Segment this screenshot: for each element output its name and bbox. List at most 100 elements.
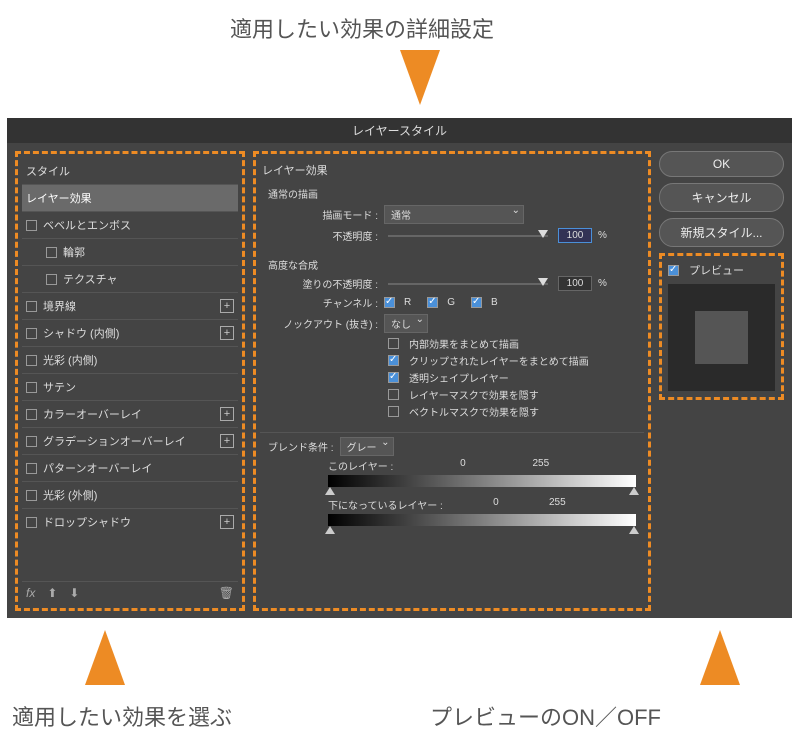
adv-option-3: レイヤーマスクで効果を隠す	[268, 386, 636, 403]
adv-option-1: クリップされたレイヤーをまとめて描画	[268, 352, 636, 369]
arrow-up-right-icon	[700, 630, 740, 685]
effects-list-panel: スタイル レイヤー効果ベベルとエンボス輪郭テクスチャ境界線 + シャドウ (内側) +…	[15, 151, 245, 611]
style-checkbox[interactable]	[26, 328, 37, 339]
adv-option-2: 透明シェイプレイヤー	[268, 369, 636, 386]
style-label: カラーオーバーレイ	[43, 406, 142, 422]
down-icon[interactable]: ⬇	[69, 586, 79, 600]
add-effect-icon[interactable]: +	[220, 299, 234, 313]
opacity-label: 不透明度 :	[268, 228, 378, 243]
adv-option-4: ベクトルマスクで効果を隠す	[268, 403, 636, 420]
fill-opacity-label: 塗りの不透明度 :	[268, 276, 378, 291]
preview-panel: プレビュー	[659, 253, 784, 400]
fill-opacity-slider[interactable]	[388, 283, 548, 285]
style-label: ベベルとエンボス	[43, 217, 131, 233]
style-label: 輪郭	[63, 244, 85, 260]
style-checkbox[interactable]	[26, 382, 37, 393]
style-label: グラデーションオーバーレイ	[43, 433, 186, 449]
dialog-title: レイヤースタイル	[7, 118, 792, 143]
knockout-select[interactable]: なし	[384, 314, 428, 333]
add-effect-icon[interactable]: +	[220, 407, 234, 421]
effect-settings-panel: レイヤー効果 通常の描画 描画モード : 通常 不透明度 : 100 % 高度な…	[253, 151, 651, 611]
action-column: OK キャンセル 新規スタイル... プレビュー	[659, 151, 784, 611]
adv-checkbox[interactable]	[388, 338, 399, 349]
opacity-slider[interactable]	[388, 235, 548, 237]
blendif-label: ブレンド条件 :	[268, 439, 334, 454]
arrow-up-left-icon	[85, 630, 125, 685]
style-checkbox[interactable]	[26, 436, 37, 447]
style-item-5[interactable]: シャドウ (内側) +	[22, 319, 238, 346]
fill-opacity-input[interactable]: 100	[558, 276, 592, 291]
callout-bottom-right: プレビューのON／OFF	[430, 700, 661, 732]
style-checkbox[interactable]	[26, 463, 37, 474]
settings-title: レイヤー効果	[260, 158, 644, 182]
style-label: 境界線	[43, 298, 76, 314]
layer-style-dialog: レイヤースタイル スタイル レイヤー効果ベベルとエンボス輪郭テクスチャ境界線+シ…	[7, 118, 792, 618]
style-item-4[interactable]: 境界線 +	[22, 292, 238, 319]
underlying-layer-label: 下になっているレイヤー :	[328, 497, 443, 512]
opacity-input[interactable]: 100	[558, 228, 592, 243]
effects-bottom-bar: fx ⬆ ⬇ 🗑	[22, 581, 238, 604]
style-checkbox[interactable]	[26, 355, 37, 366]
advanced-blend-title: 高度な合成	[268, 255, 636, 274]
style-label: 光彩 (外側)	[43, 487, 97, 503]
style-item-10[interactable]: パターンオーバーレイ	[22, 454, 238, 481]
adv-checkbox[interactable]	[388, 372, 399, 383]
this-layer-label: このレイヤー :	[328, 458, 393, 473]
normal-blend-title: 通常の描画	[268, 184, 636, 203]
style-item-8[interactable]: カラーオーバーレイ +	[22, 400, 238, 427]
adv-checkbox[interactable]	[388, 389, 399, 400]
style-label: レイヤー効果	[26, 190, 92, 206]
style-item-9[interactable]: グラデーションオーバーレイ +	[22, 427, 238, 454]
styles-header[interactable]: スタイル	[22, 158, 238, 184]
style-checkbox[interactable]	[26, 517, 37, 528]
this-layer-gradient[interactable]	[328, 475, 636, 487]
callout-top: 適用したい効果の詳細設定	[230, 12, 494, 44]
style-item-3[interactable]: テクスチャ	[22, 265, 238, 292]
ok-button[interactable]: OK	[659, 151, 784, 177]
style-item-6[interactable]: 光彩 (内側)	[22, 346, 238, 373]
style-label: シャドウ (内側)	[43, 325, 119, 341]
style-checkbox[interactable]	[46, 247, 57, 258]
blend-mode-label: 描画モード :	[268, 207, 378, 222]
style-checkbox[interactable]	[46, 274, 57, 285]
percent-label: %	[598, 230, 607, 241]
up-icon[interactable]: ⬆	[47, 586, 57, 600]
adv-option-0: 内部効果をまとめて描画	[268, 335, 636, 352]
adv-checkbox[interactable]	[388, 406, 399, 417]
channel-b-checkbox[interactable]	[471, 297, 482, 308]
knockout-label: ノックアウト (抜き) :	[268, 316, 378, 331]
preview-thumbnail	[668, 284, 775, 391]
callout-bottom-left: 適用したい効果を選ぶ	[12, 700, 232, 732]
style-checkbox[interactable]	[26, 490, 37, 501]
style-item-0[interactable]: レイヤー効果	[22, 184, 238, 211]
style-item-11[interactable]: 光彩 (外側)	[22, 481, 238, 508]
style-label: パターンオーバーレイ	[43, 460, 152, 476]
add-effect-icon[interactable]: +	[220, 515, 234, 529]
style-item-7[interactable]: サテン	[22, 373, 238, 400]
style-item-1[interactable]: ベベルとエンボス	[22, 211, 238, 238]
underlying-layer-gradient[interactable]	[328, 514, 636, 526]
fx-icon[interactable]: fx	[26, 586, 35, 600]
style-label: サテン	[43, 379, 76, 395]
cancel-button[interactable]: キャンセル	[659, 183, 784, 212]
channel-label: チャンネル :	[268, 295, 378, 310]
style-checkbox[interactable]	[26, 220, 37, 231]
add-effect-icon[interactable]: +	[220, 326, 234, 340]
preview-label: プレビュー	[689, 262, 744, 278]
style-label: 光彩 (内側)	[43, 352, 97, 368]
add-effect-icon[interactable]: +	[220, 434, 234, 448]
style-item-12[interactable]: ドロップシャドウ +	[22, 508, 238, 535]
arrow-down-icon	[400, 50, 440, 105]
new-style-button[interactable]: 新規スタイル...	[659, 218, 784, 247]
channel-g-checkbox[interactable]	[427, 297, 438, 308]
preview-checkbox[interactable]	[668, 265, 679, 276]
channel-r-checkbox[interactable]	[384, 297, 395, 308]
adv-checkbox[interactable]	[388, 355, 399, 366]
style-checkbox[interactable]	[26, 409, 37, 420]
trash-icon[interactable]: 🗑	[219, 586, 234, 600]
blendif-select[interactable]: グレー	[340, 437, 394, 456]
blend-mode-select[interactable]: 通常	[384, 205, 524, 224]
style-label: ドロップシャドウ	[43, 514, 131, 530]
style-item-2[interactable]: 輪郭	[22, 238, 238, 265]
style-checkbox[interactable]	[26, 301, 37, 312]
